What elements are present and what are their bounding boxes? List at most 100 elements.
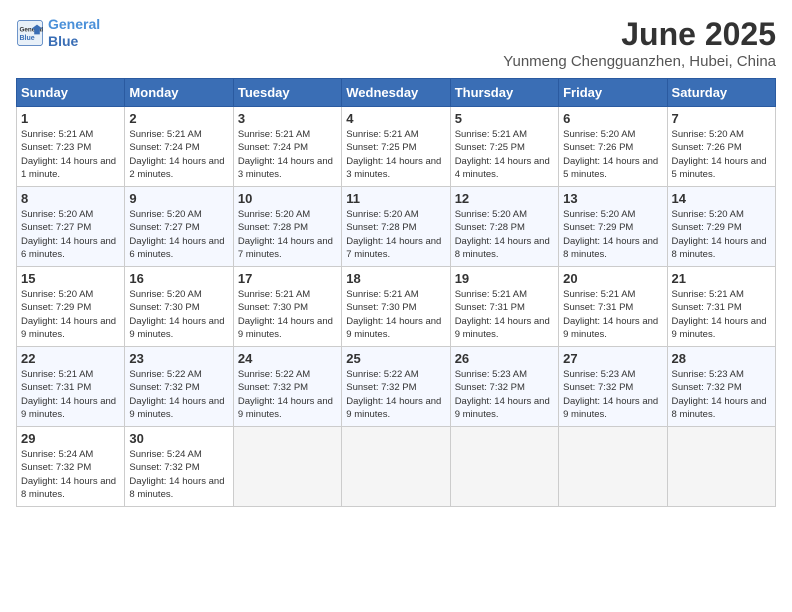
day-info: Sunrise: 5:23 AM Sunset: 7:32 PM Dayligh… [563, 368, 662, 421]
day-number: 6 [563, 111, 662, 126]
day-number: 15 [21, 271, 120, 286]
calendar-cell: 16 Sunrise: 5:20 AM Sunset: 7:30 PM Dayli… [125, 267, 233, 347]
calendar-header-row: SundayMondayTuesdayWednesdayThursdayFrid… [17, 79, 776, 107]
weekday-header-tuesday: Tuesday [233, 79, 341, 107]
calendar-cell [233, 427, 341, 507]
calendar-cell: 26Sunrise: 5:23 AM Sunset: 7:32 PM Dayli… [450, 347, 558, 427]
day-number: 14 [672, 191, 771, 206]
day-number: 11 [346, 191, 445, 206]
weekday-header-wednesday: Wednesday [342, 79, 450, 107]
calendar-cell: 24 Sunrise: 5:22 AM Sunset: 7:32 PM Dayli… [233, 347, 341, 427]
calendar-cell: 21Sunrise: 5:21 AM Sunset: 7:31 PM Dayli… [667, 267, 775, 347]
day-info: Sunrise: 5:20 AM Sunset: 7:29 PM Dayligh… [21, 288, 120, 341]
day-number: 30 [129, 431, 228, 446]
calendar-cell: 4 Sunrise: 5:21 AM Sunset: 7:25 PM Daylig… [342, 107, 450, 187]
weekday-header-sunday: Sunday [17, 79, 125, 107]
calendar-cell: 11 Sunrise: 5:20 AM Sunset: 7:28 PM Dayli… [342, 187, 450, 267]
logo-icon: General Blue [16, 19, 44, 47]
calendar-cell: 6 Sunrise: 5:20 AM Sunset: 7:26 PM Daylig… [559, 107, 667, 187]
calendar-cell: 3 Sunrise: 5:21 AM Sunset: 7:24 PM Daylig… [233, 107, 341, 187]
weekday-header-saturday: Saturday [667, 79, 775, 107]
calendar-cell: 8 Sunrise: 5:20 AM Sunset: 7:27 PM Daylig… [17, 187, 125, 267]
calendar-cell [342, 427, 450, 507]
day-number: 19 [455, 271, 554, 286]
day-info: Sunrise: 5:21 AM Sunset: 7:31 PM Dayligh… [672, 288, 771, 341]
day-info: Sunrise: 5:22 AM Sunset: 7:32 PM Dayligh… [346, 368, 445, 421]
day-number: 23 [129, 351, 228, 366]
calendar-cell: 14 Sunrise: 5:20 AM Sunset: 7:29 PM Dayli… [667, 187, 775, 267]
day-number: 25 [346, 351, 445, 366]
calendar-cell: 7Sunrise: 5:20 AM Sunset: 7:26 PM Daylig… [667, 107, 775, 187]
day-info: Sunrise: 5:20 AM Sunset: 7:27 PM Dayligh… [129, 208, 228, 261]
calendar-cell: 27Sunrise: 5:23 AM Sunset: 7:32 PM Dayli… [559, 347, 667, 427]
calendar-cell: 30 Sunrise: 5:24 AM Sunset: 7:32 PM Dayli… [125, 427, 233, 507]
day-number: 24 [238, 351, 337, 366]
day-number: 5 [455, 111, 554, 126]
calendar-cell: 25 Sunrise: 5:22 AM Sunset: 7:32 PM Dayli… [342, 347, 450, 427]
calendar-cell: 18 Sunrise: 5:21 AM Sunset: 7:30 PM Dayli… [342, 267, 450, 347]
day-info: Sunrise: 5:22 AM Sunset: 7:32 PM Dayligh… [238, 368, 337, 421]
calendar-cell: 13Sunrise: 5:20 AM Sunset: 7:29 PM Dayli… [559, 187, 667, 267]
day-number: 17 [238, 271, 337, 286]
day-number: 7 [672, 111, 771, 126]
calendar-cell [450, 427, 558, 507]
calendar-cell [667, 427, 775, 507]
day-info: Sunrise: 5:21 AM Sunset: 7:24 PM Dayligh… [129, 128, 228, 181]
day-number: 26 [455, 351, 554, 366]
day-info: Sunrise: 5:21 AM Sunset: 7:30 PM Dayligh… [238, 288, 337, 341]
calendar-cell: 20Sunrise: 5:21 AM Sunset: 7:31 PM Dayli… [559, 267, 667, 347]
day-info: Sunrise: 5:21 AM Sunset: 7:30 PM Dayligh… [346, 288, 445, 341]
day-number: 13 [563, 191, 662, 206]
calendar-cell: 12 Sunrise: 5:20 AM Sunset: 7:28 PM Dayli… [450, 187, 558, 267]
svg-text:Blue: Blue [20, 35, 35, 42]
day-info: Sunrise: 5:20 AM Sunset: 7:28 PM Dayligh… [455, 208, 554, 261]
calendar-cell: 1 Sunrise: 5:21 AM Sunset: 7:23 PM Daylig… [17, 107, 125, 187]
day-info: Sunrise: 5:21 AM Sunset: 7:23 PM Dayligh… [21, 128, 120, 181]
day-info: Sunrise: 5:20 AM Sunset: 7:29 PM Dayligh… [672, 208, 771, 261]
day-info: Sunrise: 5:20 AM Sunset: 7:26 PM Dayligh… [563, 128, 662, 181]
day-number: 8 [21, 191, 120, 206]
day-info: Sunrise: 5:21 AM Sunset: 7:31 PM Dayligh… [563, 288, 662, 341]
day-number: 12 [455, 191, 554, 206]
day-info: Sunrise: 5:21 AM Sunset: 7:31 PM Dayligh… [21, 368, 120, 421]
calendar-cell: 29Sunrise: 5:24 AM Sunset: 7:32 PM Dayli… [17, 427, 125, 507]
calendar-cell: 9 Sunrise: 5:20 AM Sunset: 7:27 PM Daylig… [125, 187, 233, 267]
day-info: Sunrise: 5:20 AM Sunset: 7:28 PM Dayligh… [346, 208, 445, 261]
calendar-week-row: 22Sunrise: 5:21 AM Sunset: 7:31 PM Dayli… [17, 347, 776, 427]
day-number: 16 [129, 271, 228, 286]
calendar-cell: 10 Sunrise: 5:20 AM Sunset: 7:28 PM Dayli… [233, 187, 341, 267]
calendar-cell: 22Sunrise: 5:21 AM Sunset: 7:31 PM Dayli… [17, 347, 125, 427]
day-number: 18 [346, 271, 445, 286]
day-number: 1 [21, 111, 120, 126]
calendar-cell: 28 Sunrise: 5:23 AM Sunset: 7:32 PM Dayli… [667, 347, 775, 427]
calendar-table: SundayMondayTuesdayWednesdayThursdayFrid… [16, 78, 776, 507]
day-info: Sunrise: 5:21 AM Sunset: 7:25 PM Dayligh… [346, 128, 445, 181]
month-year-title: June 2025 [503, 16, 776, 53]
calendar-week-row: 1 Sunrise: 5:21 AM Sunset: 7:23 PM Daylig… [17, 107, 776, 187]
weekday-header-thursday: Thursday [450, 79, 558, 107]
day-number: 9 [129, 191, 228, 206]
calendar-cell: 23Sunrise: 5:22 AM Sunset: 7:32 PM Dayli… [125, 347, 233, 427]
calendar-cell: 17 Sunrise: 5:21 AM Sunset: 7:30 PM Dayli… [233, 267, 341, 347]
location-title: Yunmeng Chengguanzhen, Hubei, China [503, 53, 776, 70]
day-info: Sunrise: 5:23 AM Sunset: 7:32 PM Dayligh… [672, 368, 771, 421]
logo-text: General Blue [48, 16, 100, 50]
day-number: 4 [346, 111, 445, 126]
day-number: 29 [21, 431, 120, 446]
day-info: Sunrise: 5:24 AM Sunset: 7:32 PM Dayligh… [129, 448, 228, 501]
day-number: 28 [672, 351, 771, 366]
day-number: 3 [238, 111, 337, 126]
day-info: Sunrise: 5:21 AM Sunset: 7:24 PM Dayligh… [238, 128, 337, 181]
day-info: Sunrise: 5:20 AM Sunset: 7:30 PM Dayligh… [129, 288, 228, 341]
day-info: Sunrise: 5:21 AM Sunset: 7:31 PM Dayligh… [455, 288, 554, 341]
calendar-cell: 5Sunrise: 5:21 AM Sunset: 7:25 PM Daylig… [450, 107, 558, 187]
day-info: Sunrise: 5:20 AM Sunset: 7:28 PM Dayligh… [238, 208, 337, 261]
logo: General Blue General Blue [16, 16, 100, 50]
calendar-week-row: 15 Sunrise: 5:20 AM Sunset: 7:29 PM Dayli… [17, 267, 776, 347]
weekday-header-monday: Monday [125, 79, 233, 107]
day-number: 10 [238, 191, 337, 206]
day-info: Sunrise: 5:20 AM Sunset: 7:27 PM Dayligh… [21, 208, 120, 261]
weekday-header-friday: Friday [559, 79, 667, 107]
page-header: General Blue General Blue June 2025 Yunm… [16, 16, 776, 70]
calendar-cell [559, 427, 667, 507]
